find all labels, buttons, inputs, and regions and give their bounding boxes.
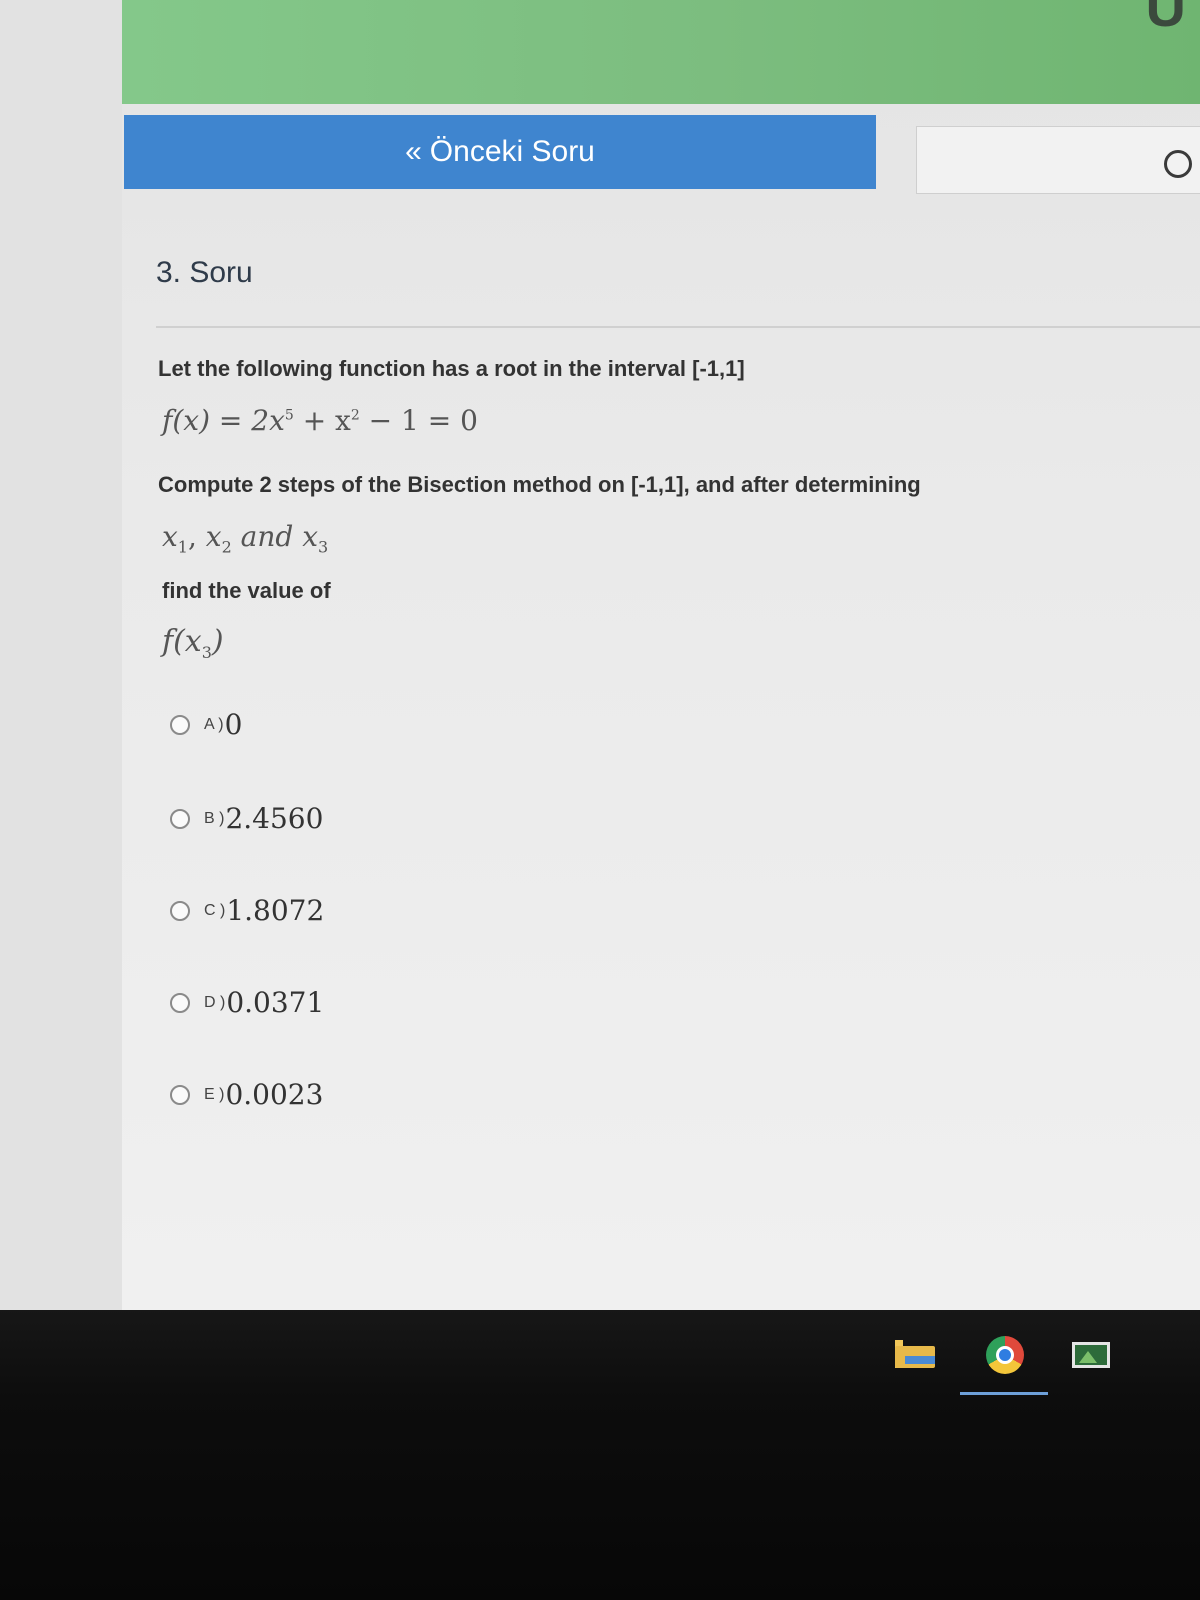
var-and: and (231, 520, 303, 553)
active-app-indicator (960, 1392, 1048, 1395)
corner-logo-fragment: U (1145, 0, 1186, 38)
taskbar (0, 1310, 1200, 1600)
option-c-value: 1.8072 (226, 894, 325, 927)
radio-button-c[interactable] (170, 900, 190, 921)
browser-page: U « Önceki Soru 3. Soru Let the followin… (0, 0, 1200, 1310)
option-e-letter: E ) (204, 1085, 225, 1103)
var-separator: , (187, 520, 206, 553)
option-b[interactable]: B ) 2.4560 (170, 802, 323, 835)
option-d[interactable]: D ) 0.0371 (170, 986, 324, 1019)
double-chevron-left-icon: « (405, 135, 422, 168)
option-d-letter: D ) (204, 993, 226, 1011)
question-number: 3. Soru (156, 256, 253, 289)
option-c[interactable]: C ) 1.8072 (170, 894, 324, 927)
variables-expression: x1, x2 and x3 (162, 520, 328, 557)
radio-button-a[interactable] (170, 714, 190, 735)
file-explorer-icon[interactable] (895, 1340, 935, 1368)
radio-button-d[interactable] (170, 992, 190, 1013)
circle-icon (1164, 150, 1192, 178)
equation-mid: + x (293, 404, 351, 437)
target-subscript: 3 (201, 643, 212, 662)
find-value-text: find the value of (162, 578, 331, 603)
header-divider (156, 326, 1200, 328)
option-d-value: 0.0371 (226, 986, 325, 1019)
var-x3-subscript: 3 (318, 537, 329, 557)
option-b-letter: B ) (204, 809, 225, 827)
equation-lhs: f(x) = 2x (162, 404, 285, 437)
option-e[interactable]: E ) 0.0023 (170, 1078, 323, 1111)
target-expression: f(x3) (162, 624, 224, 662)
chrome-icon[interactable] (986, 1336, 1024, 1374)
equation-rhs: − 1 = 0 (359, 404, 478, 437)
option-a-value: 0 (224, 708, 243, 741)
var-x2-subscript: 2 (221, 537, 232, 557)
option-e-value: 0.0023 (225, 1078, 324, 1111)
var-x2: x (205, 520, 222, 553)
question-instruction: Compute 2 steps of the Bisection method … (158, 472, 921, 497)
page-left-margin (0, 0, 122, 1310)
var-x1-subscript: 1 (177, 537, 188, 557)
radio-button-e[interactable] (170, 1084, 190, 1105)
equation-exponent-2: 2 (350, 407, 360, 424)
previous-question-label: Önceki Soru (429, 135, 595, 168)
option-a[interactable]: A ) 0 (170, 708, 242, 741)
option-c-letter: C ) (204, 901, 226, 919)
option-a-letter: A ) (204, 715, 224, 733)
top-banner: U (122, 0, 1200, 104)
equation-exponent-1: 5 (284, 407, 294, 424)
target-open: f(x (162, 624, 202, 659)
question-intro: Let the following function has a root in… (158, 356, 745, 381)
function-equation: f(x) = 2x5 + x2 − 1 = 0 (162, 404, 478, 437)
target-close: ) (211, 624, 224, 659)
var-x1: x (162, 520, 178, 553)
option-b-value: 2.4560 (225, 802, 324, 835)
previous-question-button[interactable]: « Önceki Soru (124, 115, 876, 189)
next-question-slot (916, 126, 1200, 194)
var-x3: x (302, 520, 319, 553)
radio-button-b[interactable] (170, 808, 190, 829)
image-viewer-icon[interactable] (1072, 1342, 1110, 1368)
